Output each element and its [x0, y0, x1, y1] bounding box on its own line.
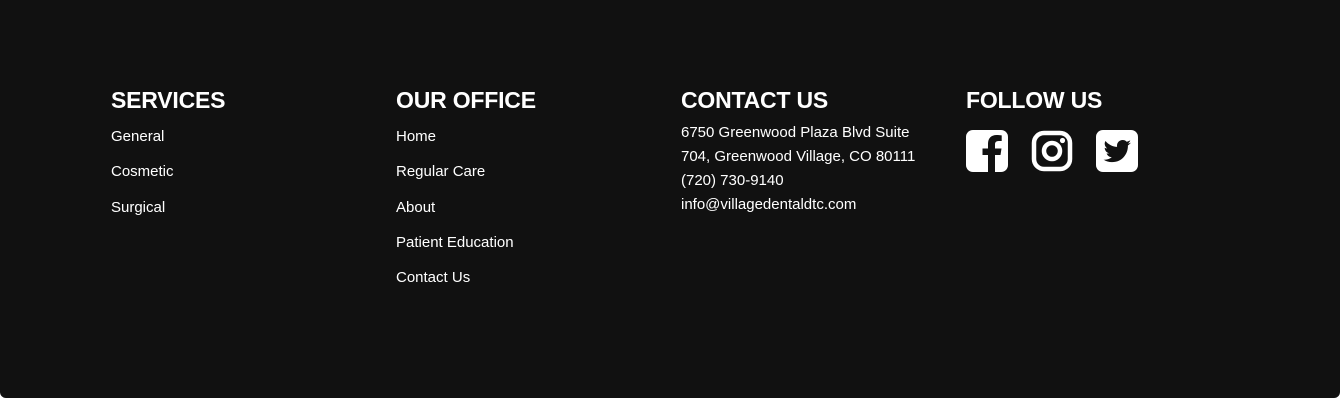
office-link-contact-us[interactable]: Contact Us [396, 269, 470, 286]
email-link[interactable]: info@villagedentaldtc.com [681, 196, 856, 213]
list-item: Patient Education [396, 232, 666, 267]
services-link-surgical[interactable]: Surgical [111, 199, 165, 216]
list-item: Cosmetic [111, 161, 381, 196]
list-item: Contact Us [396, 267, 666, 302]
address-line-2: 704, Greenwood Village, CO 80111 [681, 148, 916, 165]
list-item: Regular Care [396, 161, 666, 196]
follow-column: FOLLOW US [966, 84, 1236, 172]
office-link-patient-education[interactable]: Patient Education [396, 234, 514, 251]
instagram-icon[interactable] [1031, 130, 1073, 172]
services-link-cosmetic[interactable]: Cosmetic [111, 163, 174, 180]
list-item: General [111, 126, 381, 161]
phone-number: (720) 730-9140 [681, 172, 784, 189]
office-link-list: Home Regular Care About Patient Educatio… [396, 126, 666, 302]
office-column: OUR OFFICE Home Regular Care About Patie… [396, 84, 666, 302]
list-item: About [396, 197, 666, 232]
follow-heading: FOLLOW US [966, 87, 1103, 113]
social-links [966, 130, 1236, 172]
list-item: Home [396, 126, 666, 161]
office-link-about[interactable]: About [396, 199, 435, 216]
site-footer: SERVICES General Cosmetic Surgical OUR O… [0, 0, 1340, 398]
contact-details: 6750 Greenwood Plaza Blvd Suite 704, Gre… [681, 121, 951, 217]
office-link-regular-care[interactable]: Regular Care [396, 163, 485, 180]
contact-column: CONTACT US 6750 Greenwood Plaza Blvd Sui… [681, 84, 951, 217]
contact-heading: CONTACT US [681, 87, 829, 113]
services-link-general[interactable]: General [111, 128, 164, 145]
facebook-icon[interactable] [966, 130, 1008, 172]
services-column: SERVICES General Cosmetic Surgical [111, 84, 381, 232]
twitter-icon[interactable] [1096, 130, 1138, 172]
list-item: Surgical [111, 197, 381, 232]
office-link-home[interactable]: Home [396, 128, 436, 145]
address-line-1: 6750 Greenwood Plaza Blvd Suite [681, 124, 910, 141]
services-heading: SERVICES [111, 87, 226, 113]
services-link-list: General Cosmetic Surgical [111, 126, 381, 232]
office-heading: OUR OFFICE [396, 87, 536, 113]
